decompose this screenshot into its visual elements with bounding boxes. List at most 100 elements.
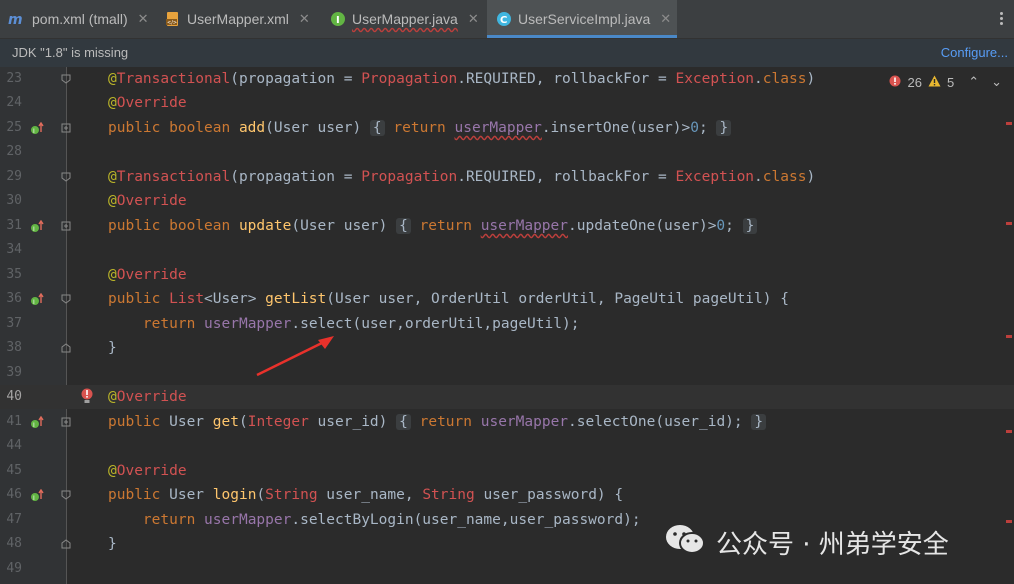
code-line[interactable]: 35 @Override xyxy=(0,263,1014,287)
svg-text:I: I xyxy=(336,15,340,26)
code-line[interactable]: 24 @Override xyxy=(0,91,1014,115)
code-line[interactable]: 38 } xyxy=(0,336,1014,360)
fold-icon[interactable] xyxy=(61,221,71,231)
tab-label: pom.xml (tmall) xyxy=(32,11,128,27)
implements-method-icon[interactable]: I xyxy=(30,121,44,140)
inspection-status[interactable]: 26 5 ⌃ ⌄ xyxy=(889,74,1002,90)
chevron-up-icon[interactable]: ⌃ xyxy=(968,74,979,90)
class-icon: C xyxy=(496,11,512,27)
line-number: 29 xyxy=(6,169,22,184)
banner-message: JDK "1.8" is missing xyxy=(12,45,129,60)
code-line[interactable]: 28 xyxy=(0,140,1014,164)
error-count: 26 xyxy=(907,74,922,90)
tab-usermapper-xml[interactable]: </> UserMapper.xml ✕ xyxy=(165,0,310,38)
tab-pom-xml[interactable]: m pom.xml (tmall) ✕ xyxy=(8,0,149,38)
code-line[interactable]: 37 return userMapper.select(user,orderUt… xyxy=(0,312,1014,336)
code-line[interactable]: 46 I public User login(String user_name,… xyxy=(0,483,1014,507)
close-icon[interactable]: ✕ xyxy=(138,11,149,27)
watermark-text: 公众号 · 州弟学安全 xyxy=(716,530,949,560)
wechat-icon xyxy=(664,522,706,563)
line-number: 38 xyxy=(6,340,22,355)
xml-file-icon: </> xyxy=(165,11,181,27)
error-stripe-marker[interactable] xyxy=(1006,430,1012,433)
svg-text:I: I xyxy=(33,495,35,502)
line-number: 44 xyxy=(6,438,22,453)
code-line[interactable]: 44 xyxy=(0,434,1014,458)
line-number: 23 xyxy=(6,71,22,86)
error-bulb-icon[interactable] xyxy=(81,387,93,409)
code-line[interactable]: 41 I public User get(Integer user_id) { … xyxy=(0,410,1014,434)
current-line[interactable]: 40 @Override xyxy=(0,385,1014,409)
notification-banner: JDK "1.8" is missing Configure... xyxy=(0,39,1014,67)
line-number: 41 xyxy=(6,414,22,429)
line-number: 47 xyxy=(6,512,22,527)
svg-text:</>: </> xyxy=(167,20,177,26)
line-number: 45 xyxy=(6,463,22,478)
svg-text:I: I xyxy=(33,226,35,233)
fold-icon[interactable] xyxy=(61,343,71,353)
error-icon xyxy=(889,75,901,90)
line-number: 34 xyxy=(6,242,22,257)
warning-icon xyxy=(928,75,941,90)
more-options-icon[interactable] xyxy=(994,10,1008,28)
svg-text:I: I xyxy=(33,299,35,306)
fold-icon[interactable] xyxy=(61,123,71,133)
configure-link[interactable]: Configure... xyxy=(941,45,1008,60)
close-icon[interactable]: ✕ xyxy=(660,11,671,27)
interface-icon: I xyxy=(330,11,346,27)
annotation-arrow xyxy=(256,336,334,377)
svg-text:I: I xyxy=(33,128,35,135)
code-line[interactable]: 45 @Override xyxy=(0,459,1014,483)
svg-text:m: m xyxy=(8,12,23,26)
line-number: 49 xyxy=(6,561,22,576)
code-line[interactable]: 36 I public List<User> getList(User user… xyxy=(0,287,1014,311)
tab-label: UserMapper.java xyxy=(352,11,458,27)
line-number: 46 xyxy=(6,487,22,502)
code-line[interactable]: 34 xyxy=(0,238,1014,262)
error-stripe-marker[interactable] xyxy=(1006,122,1012,125)
error-stripe-marker[interactable] xyxy=(1006,520,1012,523)
fold-icon[interactable] xyxy=(61,172,71,182)
implements-method-icon[interactable]: I xyxy=(30,488,44,507)
line-number: 28 xyxy=(6,144,22,159)
fold-icon[interactable] xyxy=(61,294,71,304)
tab-label: UserMapper.xml xyxy=(187,11,289,27)
code-line[interactable]: 29 @Transactional(propagation = Propagat… xyxy=(0,165,1014,189)
line-number: 35 xyxy=(6,267,22,282)
svg-text:C: C xyxy=(500,15,507,26)
code-line[interactable]: 30 @Override xyxy=(0,189,1014,213)
maven-icon: m xyxy=(8,12,26,26)
chevron-down-icon[interactable]: ⌄ xyxy=(991,74,1002,90)
line-number: 37 xyxy=(6,316,22,331)
error-stripe-marker[interactable] xyxy=(1006,335,1012,338)
fold-icon[interactable] xyxy=(61,417,71,427)
tab-usermapper-java[interactable]: I UserMapper.java ✕ xyxy=(330,0,479,38)
implements-method-icon[interactable]: I xyxy=(30,292,44,311)
line-number: 24 xyxy=(6,95,22,110)
line-number: 25 xyxy=(6,120,22,135)
line-number: 30 xyxy=(6,193,22,208)
error-stripe-marker[interactable] xyxy=(1006,222,1012,225)
tab-label: UserServiceImpl.java xyxy=(518,11,651,27)
line-number: 40 xyxy=(6,389,22,404)
code-line[interactable]: 31 I public boolean update(User user) { … xyxy=(0,214,1014,238)
editor-tab-bar: m pom.xml (tmall) ✕ </> UserMapper.xml ✕… xyxy=(0,0,1014,39)
implements-method-icon[interactable]: I xyxy=(30,415,44,434)
svg-text:I: I xyxy=(33,422,35,429)
line-number: 39 xyxy=(6,365,22,380)
fold-icon[interactable] xyxy=(61,490,71,500)
line-number: 48 xyxy=(6,536,22,551)
close-icon[interactable]: ✕ xyxy=(299,11,310,27)
line-number: 36 xyxy=(6,291,22,306)
line-number: 31 xyxy=(6,218,22,233)
code-line[interactable]: 23 @Transactional(propagation = Propagat… xyxy=(0,67,1014,91)
code-line[interactable]: 39 xyxy=(0,361,1014,385)
watermark: 公众号 · 州弟学安全 xyxy=(664,522,949,563)
implements-method-icon[interactable]: I xyxy=(30,219,44,238)
tab-userserviceimpl-java[interactable]: C UserServiceImpl.java ✕ xyxy=(487,0,677,38)
fold-icon[interactable] xyxy=(61,539,71,549)
fold-icon[interactable] xyxy=(61,74,71,84)
code-line[interactable]: 25 I public boolean add(User user) { ret… xyxy=(0,116,1014,140)
close-icon[interactable]: ✕ xyxy=(468,11,479,27)
warning-count: 5 xyxy=(946,74,955,90)
